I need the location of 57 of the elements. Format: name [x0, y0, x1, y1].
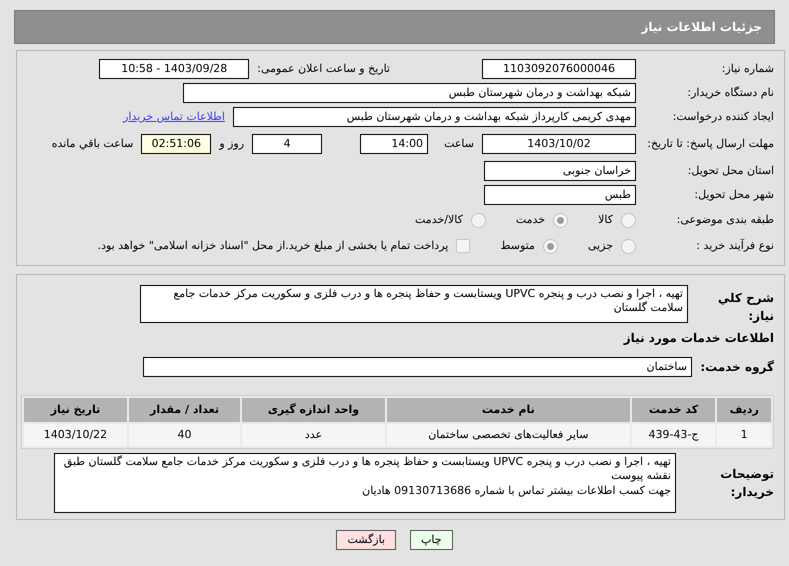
description-field[interactable]: تهیه ، اجرا و نصب درب و پنجره UPVC ویستابست و حفاظ پنجره ها و درب فلزی و سکوریت مرکز خدمات جامع سلامت گلستان	[140, 285, 688, 323]
text-field[interactable]: طبس	[484, 185, 636, 205]
checkbox[interactable]	[456, 239, 470, 253]
field-label: ساعت باقي مانده	[52, 136, 134, 152]
section-heading: اطلاعات خدمات مورد نیاز	[622, 330, 774, 347]
contact-link[interactable]: اطلاعات تماس خریدار	[123, 108, 225, 126]
field-label: ساعت	[444, 136, 474, 152]
option-label: جزیی	[588, 238, 613, 254]
radio-button[interactable]	[542, 238, 558, 254]
field-label: استان محل تحویل:	[686, 162, 774, 179]
field-label: طبقه بندی موضوعی:	[676, 212, 774, 228]
back-button[interactable]: بازگشت	[336, 530, 396, 550]
text-field[interactable]: مهدی کریمی کارپرداز شبکه بهداشت و درمان شهرستان طبس	[233, 107, 636, 127]
text-field[interactable]: 1403/09/28 - 10:58	[99, 59, 250, 79]
field-label: توضیحات خریدار:	[719, 466, 774, 501]
table-cell: عدد	[242, 424, 386, 446]
column-header: تاریخ نیاز	[24, 398, 127, 422]
text-field[interactable]: خراسان جنوبی	[484, 161, 636, 181]
table-cell: سایر فعالیت‌های تخصصی ساختمان	[387, 424, 630, 446]
field-label: نوع فرآیند خرید :	[695, 238, 774, 254]
field-label: ایجاد کننده درخواست:	[672, 108, 774, 125]
checkbox-label: پرداخت تمام یا بخشی از مبلغ خرید.از محل "اسناد خزانه اسلامی" خواهد بود.	[98, 238, 448, 254]
radio-button[interactable]	[553, 212, 568, 228]
radio-button[interactable]	[621, 212, 636, 228]
field-label: نام دستگاه خریدار:	[686, 84, 774, 101]
text-field[interactable]: ساختمان	[143, 357, 692, 377]
option-label: خدمت	[516, 212, 546, 228]
radio-button[interactable]	[470, 212, 486, 228]
column-header: کد خدمت	[632, 398, 716, 422]
column-header: واحد اندازه گیری	[242, 398, 386, 422]
option-label: کالا/خدمت	[415, 212, 463, 228]
text-field[interactable]: شبکه بهداشت و درمان شهرستان طبس	[183, 83, 636, 103]
field-label: روز و	[219, 136, 244, 152]
table-cell: 40	[128, 424, 240, 446]
field-label: شماره نیاز:	[720, 60, 774, 77]
text-field[interactable]: 1103092076000046	[482, 59, 636, 79]
text-field[interactable]: 1403/10/02	[482, 134, 636, 154]
field-label: تاریخ و ساعت اعلان عمومی:	[257, 60, 390, 77]
column-header: ردیف	[717, 398, 771, 422]
notes-field[interactable]: تهیه ، اجرا و نصب درب و پنجره UPVC ویستابست و حفاظ پنجره ها و درب فلزی و سکوریت مرکز خدمات جامع سلامت گلستان طبق نقشه پیوست جهت کسب اطلاعات بیشتر تماس با شماره 09130713686 هادیان	[54, 453, 676, 513]
text-field[interactable]: 4	[252, 134, 322, 154]
print-button[interactable]: چاپ	[410, 530, 453, 550]
text-field[interactable]: 02:51:06	[141, 134, 212, 154]
table-cell: 1403/10/22	[24, 424, 127, 446]
field-label: شهر محل تحویل:	[693, 186, 774, 203]
column-header: تعداد / مقدار	[128, 398, 240, 422]
radio-button[interactable]	[621, 238, 636, 254]
field-label: شرح کلي نیاز:	[716, 290, 774, 325]
field-label: مهلت ارسال پاسخ: تا تاریخ:	[646, 136, 774, 152]
option-label: متوسط	[500, 238, 535, 254]
text-field[interactable]: 14:00	[360, 134, 428, 154]
table-cell: 1	[717, 424, 771, 446]
field-label: گروه خدمت:	[700, 359, 774, 376]
option-label: کالا	[598, 212, 613, 228]
column-header: نام خدمت	[387, 398, 630, 422]
table-cell: ج-43-439	[632, 424, 716, 446]
page-title: جزئیات اطلاعات نیاز	[641, 19, 762, 36]
